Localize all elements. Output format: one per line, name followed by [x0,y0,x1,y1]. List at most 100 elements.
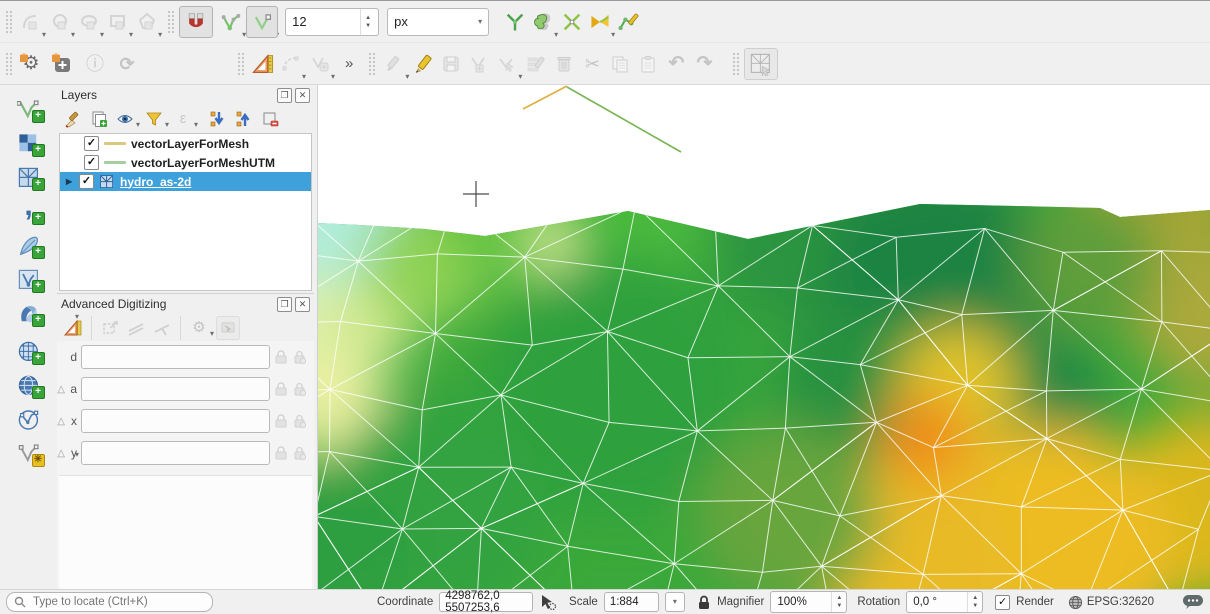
repeating-lock-button[interactable] [292,411,306,431]
layer-checkbox[interactable]: ✓ [84,136,99,151]
new-temporary-scratch-layer-button[interactable]: ✳ [9,437,49,470]
cad-floater-button[interactable] [216,316,240,340]
parallel-button[interactable] [124,316,148,340]
layer-label[interactable]: vectorLayerForMeshUTM [131,156,275,170]
add-delimited-text-layer-button[interactable]: , + [9,195,49,228]
expand-arrow-icon[interactable]: ▶ [66,177,74,186]
spin-up-icon[interactable]: ▲ [968,594,982,602]
layer-row[interactable]: ✓ vectorLayerForMeshUTM [60,153,311,172]
repeating-lock-button[interactable] [292,347,306,367]
toolbar-drag-handle[interactable] [368,52,375,76]
enable-advanced-digitizing-button[interactable] [61,316,85,340]
spin-arrows[interactable]: ▲ ▼ [831,592,846,612]
locator-input[interactable] [31,595,205,609]
repeating-lock-button[interactable] [292,443,306,463]
current-edits-button[interactable] [380,50,408,78]
snapping-type-button[interactable] [246,6,278,38]
copy-features-button[interactable] [606,50,634,78]
layer-styling-button[interactable] [61,107,85,131]
avoid-overlap-button[interactable] [529,8,557,36]
layer-row[interactable]: ✓ vectorLayerForMesh [60,134,311,153]
cut-features-button[interactable]: ✂ [578,50,606,78]
snapping-units-combo[interactable]: px ▾ [387,8,489,36]
close-panel-button[interactable]: ✕ [295,297,310,312]
vertex-tool-button[interactable] [493,50,521,78]
tracing-button[interactable] [615,8,643,36]
lock-scale-button[interactable] [697,595,711,610]
spin-arrows[interactable]: ▲ ▼ [360,9,375,35]
modify-attributes-button[interactable] [522,50,550,78]
add-spatialite-layer-button[interactable]: + [9,229,49,262]
distance-input[interactable] [81,345,270,369]
add-wfs-layer-button[interactable]: + [9,369,49,402]
coordinate-field[interactable]: 4298762,0 5507253,6 [439,592,533,612]
lock-button[interactable] [274,443,288,463]
toolbar-drag-handle[interactable] [732,52,739,76]
spin-up-icon[interactable]: ▲ [832,594,846,602]
lock-button[interactable] [274,347,288,367]
circular-string-tool-button[interactable] [17,8,45,36]
move-feature-button[interactable] [306,50,334,78]
spin-up-icon[interactable]: ▲ [361,14,375,22]
redo-button[interactable]: ↷ [690,50,718,78]
regular-polygon-tool-button[interactable] [133,8,161,36]
self-snapping-button[interactable] [586,8,614,36]
layer-row-selected[interactable]: ▶ ✓ hydro_as-2d [60,172,311,191]
refresh-layer-button[interactable]: ⟳ [113,50,141,78]
advanced-digitizing-toolbar-button[interactable] [249,50,277,78]
delete-selected-button[interactable] [550,50,578,78]
render-checkbox[interactable]: ✓ [995,595,1010,610]
float-panel-button[interactable]: ❐ [277,297,292,312]
expand-all-button[interactable] [206,107,230,131]
toolbar-drag-handle[interactable] [167,10,174,34]
add-vector-layer-button[interactable]: + [9,93,49,126]
float-panel-button[interactable]: ❐ [277,88,292,103]
toggle-extents-button[interactable] [539,593,557,611]
repeating-lock-button[interactable] [292,379,306,399]
locator-box[interactable] [6,592,213,612]
snapping-mode-button[interactable] [217,8,245,36]
close-panel-button[interactable]: ✕ [295,88,310,103]
perpendicular-button[interactable] [150,316,174,340]
layer-checkbox[interactable]: ✓ [84,155,99,170]
add-wms-layer-button[interactable]: + [9,297,49,330]
toolbar-drag-handle[interactable] [5,10,12,34]
ellipse-tool-button[interactable] [75,8,103,36]
crs-button[interactable]: EPSG:32620 [1068,595,1154,610]
messages-button[interactable] [1182,594,1204,610]
edit-mesh-button[interactable] [744,48,778,80]
spin-down-icon[interactable]: ▼ [832,602,846,610]
scale-dropdown-button[interactable]: ▾ [665,592,685,612]
add-wcs-layer-button[interactable]: + [9,335,49,368]
cad-settings-button[interactable]: ⚙ [187,316,211,340]
scale-combo[interactable]: 1:884 [604,592,659,612]
rotation-spinbox[interactable]: 0,0 ° ▲ ▼ [906,591,983,613]
topological-editing-button[interactable] [501,8,529,36]
undo-button[interactable]: ↶ [662,50,690,78]
add-group-button[interactable] [87,107,111,131]
toolbar-overflow-button[interactable]: » [345,55,353,72]
paste-features-button[interactable] [634,50,662,78]
layer-checkbox[interactable]: ✓ [79,174,94,189]
snapping-tolerance-input[interactable] [286,14,360,29]
filter-by-expression-button[interactable]: ε [171,107,195,131]
add-feature-button[interactable] [465,50,493,78]
digitize-with-curve-button[interactable] [277,50,305,78]
toolbar-drag-handle[interactable] [5,52,12,76]
add-raster-layer-button[interactable]: + [9,127,49,160]
circle-tool-button[interactable] [46,8,74,36]
toolbar-drag-handle[interactable] [237,52,244,76]
spin-down-icon[interactable]: ▼ [968,602,982,610]
lock-button[interactable] [274,379,288,399]
x-input[interactable] [81,409,270,433]
layer-styling-options-button[interactable]: ⚙ [17,50,45,78]
spin-down-icon[interactable]: ▼ [361,22,375,30]
add-vector-tile-layer-button[interactable] [9,403,49,436]
save-edits-button[interactable] [437,50,465,78]
manage-map-themes-button[interactable] [113,107,137,131]
add-virtual-layer-button[interactable]: + [9,263,49,296]
filter-legend-button[interactable] [142,107,166,131]
layers-panel-titlebar[interactable]: Layers ❐ ✕ [57,85,314,105]
map-canvas[interactable] [317,85,1210,589]
spin-arrows[interactable]: ▲ ▼ [967,592,982,612]
